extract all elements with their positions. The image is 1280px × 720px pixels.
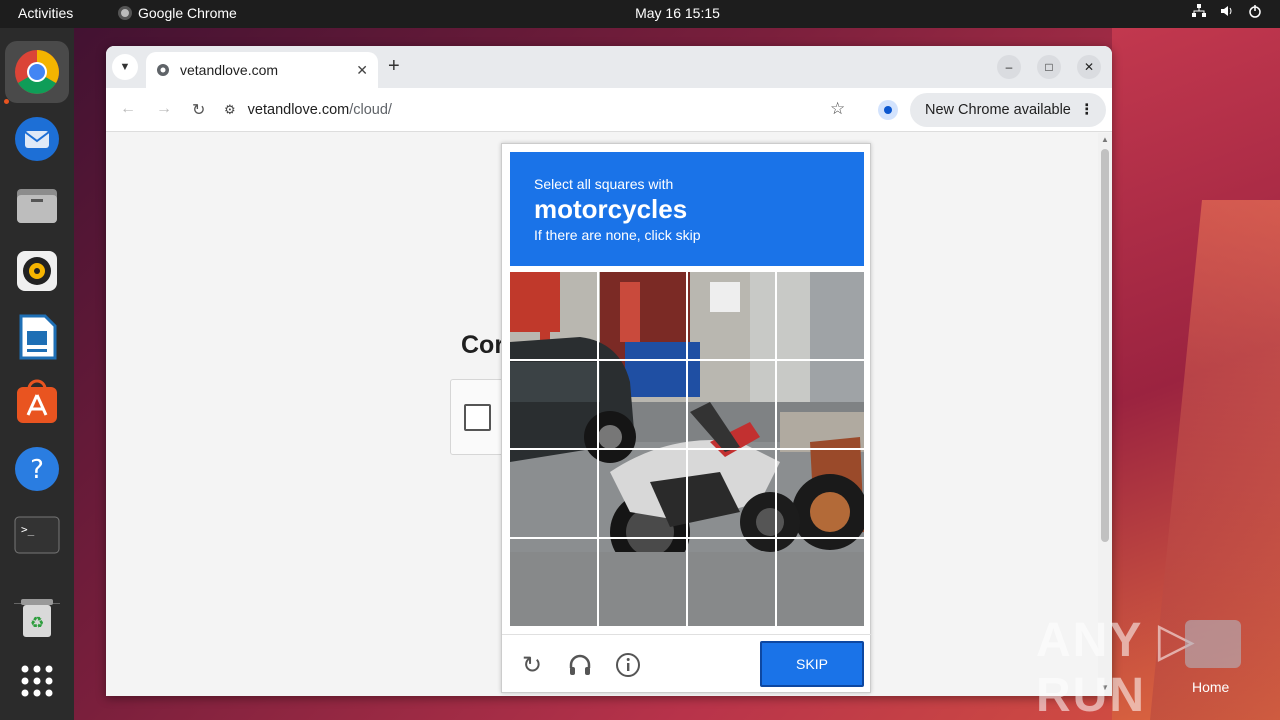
captcha-challenge: Select all squares with motorcycles If t… <box>501 143 872 694</box>
profile-icon[interactable] <box>878 100 898 120</box>
captcha-tile[interactable] <box>599 450 686 537</box>
captcha-grid <box>510 272 864 626</box>
captcha-instruction: Select all squares with <box>534 176 674 192</box>
captcha-tile[interactable] <box>777 272 864 359</box>
captcha-tile-image <box>688 272 775 359</box>
captcha-tile-image <box>688 361 775 448</box>
minimize-button[interactable]: – <box>997 55 1021 79</box>
captcha-tile-image <box>510 539 597 626</box>
captcha-tile-image <box>599 539 686 626</box>
help-icon[interactable]: ? <box>13 445 61 493</box>
more-menu-icon[interactable]: ⋮ <box>1080 102 1095 118</box>
maximize-button[interactable]: □ <box>1037 55 1061 79</box>
site-settings-icon[interactable]: ⚙ <box>224 102 236 118</box>
captcha-tile-image <box>777 361 864 448</box>
network-icon[interactable] <box>1192 4 1206 21</box>
home-folder-icon[interactable] <box>1185 620 1241 668</box>
captcha-tile[interactable] <box>777 450 864 537</box>
captcha-tile-image <box>599 272 686 359</box>
url-path: /cloud/ <box>349 102 392 118</box>
new-chrome-available-button[interactable]: New Chrome available ⋮ <box>910 93 1106 127</box>
captcha-tile[interactable] <box>510 450 597 537</box>
chevron-down-icon: ▼ <box>119 61 131 73</box>
close-tab-icon[interactable]: ✕ <box>356 62 368 79</box>
captcha-tile[interactable] <box>688 450 775 537</box>
tab-search-button[interactable]: ▼ <box>112 54 138 80</box>
captcha-target: motorcycles <box>534 194 688 224</box>
captcha-tile-image <box>777 450 864 537</box>
captcha-tile-image <box>777 272 864 359</box>
system-tray[interactable] <box>1192 4 1262 21</box>
captcha-tile[interactable] <box>510 272 597 359</box>
captcha-footer: ↻ SKIP <box>502 634 872 694</box>
forward-arrow-icon[interactable]: → <box>156 100 172 118</box>
svg-text:?: ? <box>30 455 44 485</box>
page-heading: Cor <box>461 331 505 359</box>
refresh-icon[interactable]: ↻ <box>518 651 546 679</box>
reload-icon[interactable]: ↻ <box>192 100 205 120</box>
dock: ? >_ ♻ <box>0 28 74 720</box>
tab-title: vetandlove.com <box>180 62 279 78</box>
chrome-icon[interactable] <box>5 41 69 103</box>
captcha-tile[interactable] <box>599 361 686 448</box>
captcha-tile-image <box>688 450 775 537</box>
info-icon[interactable] <box>614 651 642 679</box>
rhythmbox-icon[interactable] <box>13 247 61 295</box>
browser-toolbar: ← → ↻ ⚙ vetandlove.com/cloud/ ☆ New Chro… <box>106 88 1112 132</box>
bookmark-star-icon[interactable]: ☆ <box>830 99 845 119</box>
captcha-checkbox[interactable] <box>464 404 491 431</box>
audio-challenge-icon[interactable] <box>566 651 594 679</box>
captcha-tile-image <box>688 539 775 626</box>
trash-icon[interactable]: ♻ <box>13 593 61 641</box>
url-domain: vetandlove.com <box>247 102 350 118</box>
captcha-tile[interactable] <box>599 272 686 359</box>
top-bar: Activities Google Chrome May 16 15:15 <box>0 0 1280 28</box>
captcha-tile-image <box>777 539 864 626</box>
scrollbar-thumb[interactable] <box>1101 149 1109 542</box>
close-window-button[interactable]: ✕ <box>1077 55 1101 79</box>
scroll-up-icon[interactable]: ▲ <box>1101 135 1109 144</box>
files-icon[interactable] <box>13 181 61 229</box>
app-center-icon[interactable] <box>13 379 61 427</box>
captcha-header: Select all squares with motorcycles If t… <box>510 152 864 266</box>
captcha-tile-image <box>599 361 686 448</box>
browser-tab[interactable]: vetandlove.com ✕ <box>146 52 378 88</box>
captcha-tile[interactable] <box>688 539 775 626</box>
skip-button[interactable]: SKIP <box>760 641 864 687</box>
volume-icon[interactable] <box>1220 4 1234 21</box>
captcha-tile[interactable] <box>599 539 686 626</box>
captcha-tile-image <box>599 450 686 537</box>
terminal-icon[interactable]: >_ <box>13 511 61 559</box>
new-tab-button[interactable]: + <box>388 55 400 78</box>
update-label: New Chrome available <box>925 102 1071 118</box>
svg-text:>_: >_ <box>21 523 35 536</box>
captcha-tile-image <box>510 450 597 537</box>
thunderbird-icon[interactable] <box>13 115 61 163</box>
clock[interactable]: May 16 15:15 <box>0 5 1280 21</box>
app-grid-icon[interactable] <box>13 657 61 705</box>
captcha-tile[interactable] <box>777 361 864 448</box>
address-bar[interactable]: ⚙ vetandlove.com/cloud/ <box>224 94 904 126</box>
tab-strip: ▼ vetandlove.com ✕ + – □ ✕ <box>106 46 1112 88</box>
back-arrow-icon[interactable]: ← <box>120 100 136 118</box>
captcha-tile-image <box>510 272 597 359</box>
captcha-tile[interactable] <box>510 361 597 448</box>
captcha-tile[interactable] <box>688 361 775 448</box>
captcha-hint: If there are none, click skip <box>534 227 701 243</box>
writer-icon[interactable] <box>13 313 61 361</box>
svg-text:♻: ♻ <box>30 613 44 632</box>
captcha-tile-image <box>510 361 597 448</box>
power-icon[interactable] <box>1248 4 1262 21</box>
globe-icon <box>157 64 169 76</box>
watermark-logo: ANY ▷ RUN <box>1036 614 1197 720</box>
captcha-tile[interactable] <box>688 272 775 359</box>
captcha-tile[interactable] <box>777 539 864 626</box>
captcha-tile[interactable] <box>510 539 597 626</box>
home-label[interactable]: Home <box>1192 679 1229 695</box>
